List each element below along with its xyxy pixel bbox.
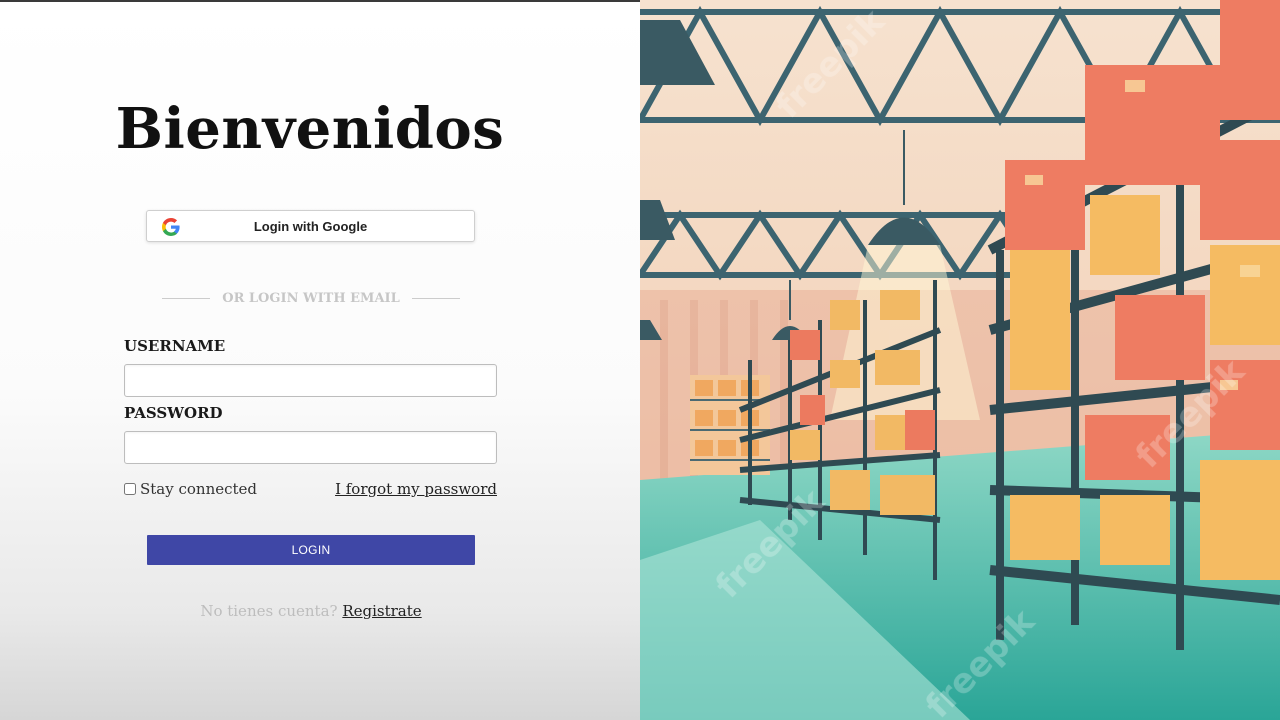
stay-connected-checkbox[interactable] <box>124 483 136 495</box>
register-row: No tienes cuenta? Registrate <box>0 602 622 620</box>
stay-connected-label: Stay connected <box>140 480 258 498</box>
register-link[interactable]: Registrate <box>342 602 421 620</box>
warehouse-illustration: freepik freepik freepik freepik <box>640 0 1280 720</box>
forgot-password-link[interactable]: I forgot my password <box>335 480 497 498</box>
divider-line-right <box>411 297 461 299</box>
password-label: PASSWORD <box>124 404 223 422</box>
page-title: Bienvenidos <box>115 96 505 162</box>
warehouse-image: freepik freepik freepik freepik <box>640 0 1280 720</box>
stay-connected: Stay connected <box>124 480 257 498</box>
top-border <box>0 0 640 2</box>
register-question: No tienes cuenta? <box>200 602 338 620</box>
google-button-label: Login with Google <box>253 218 368 234</box>
google-icon <box>162 218 180 236</box>
divider-text: OR LOGIN WITH EMAIL <box>222 290 400 306</box>
or-divider: OR LOGIN WITH EMAIL <box>162 288 461 308</box>
divider-line-left <box>162 297 211 299</box>
password-input[interactable] <box>124 431 497 464</box>
username-label: USERNAME <box>124 337 226 355</box>
login-panel: Bienvenidos Login with Google OR LOGIN W… <box>0 0 640 720</box>
username-input[interactable] <box>124 364 497 397</box>
login-with-google-button[interactable]: Login with Google <box>146 210 475 242</box>
login-button[interactable]: LOGIN <box>147 535 475 565</box>
